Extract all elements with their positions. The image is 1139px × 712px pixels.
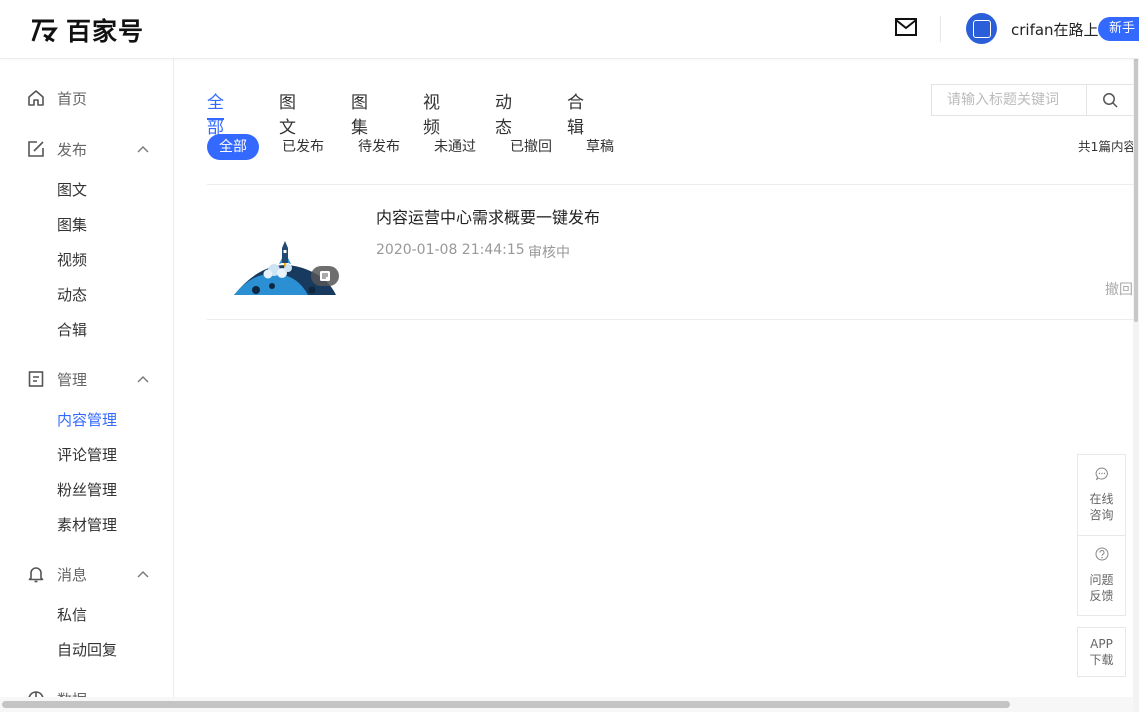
sidebar-item-publish-article[interactable]: 图文 xyxy=(57,179,87,200)
username[interactable]: crifan在路上 xyxy=(1011,19,1099,40)
sidebar-manage-label: 管理 xyxy=(57,370,88,389)
document-icon xyxy=(28,371,44,387)
online-consult-line1: 在线 xyxy=(1089,492,1114,506)
horizontal-scrollbar-thumb[interactable] xyxy=(2,701,1010,708)
withdraw-button[interactable]: 撤回 xyxy=(1105,279,1133,299)
avatar[interactable] xyxy=(966,13,997,44)
chevron-up-icon xyxy=(137,571,149,578)
chevron-up-icon xyxy=(137,146,149,153)
online-consult-line2: 咨询 xyxy=(1089,508,1114,522)
rocket-illustration-image xyxy=(234,241,339,295)
list-divider-top xyxy=(207,184,1139,185)
content-title[interactable]: 内容运营中心需求概要一键发布 xyxy=(376,204,600,228)
app-download-button[interactable]: APP 下载 xyxy=(1077,627,1126,677)
sidebar-item-private-message[interactable]: 私信 xyxy=(57,604,87,625)
tab-gallery[interactable]: 图集 xyxy=(351,88,368,138)
sidebar-item-fans-manage[interactable]: 粉丝管理 xyxy=(57,479,117,500)
tab-dynamic[interactable]: 动态 xyxy=(495,88,512,138)
tab-article[interactable]: 图文 xyxy=(279,88,296,138)
newbie-button[interactable]: 新手 xyxy=(1098,17,1139,41)
sidebar-publish-label: 发布 xyxy=(57,140,88,159)
filter-published[interactable]: 已发布 xyxy=(282,134,324,160)
search-divider xyxy=(1086,85,1087,115)
feedback-line1: 问题 xyxy=(1089,573,1114,587)
sidebar-item-publish-collection[interactable]: 合辑 xyxy=(57,319,87,340)
sidebar: 首页 发布 图文 图集 视频 动态 合辑 管理 内容管理 评论管理 粉丝管理 素… xyxy=(0,59,174,712)
floating-help-panel: 在线 咨询 问题 反馈 xyxy=(1077,454,1126,616)
sidebar-item-auto-reply[interactable]: 自动回复 xyxy=(57,639,117,660)
content-status: 审核中 xyxy=(528,245,570,261)
filter-rejected[interactable]: 未通过 xyxy=(434,134,476,160)
sidebar-item-publish-dynamic[interactable]: 动态 xyxy=(57,284,87,305)
online-consult-button[interactable]: 在线 咨询 xyxy=(1078,455,1125,535)
avatar-phone-icon xyxy=(972,19,991,38)
sidebar-home-label: 首页 xyxy=(57,89,88,108)
search-icon[interactable] xyxy=(1102,92,1118,108)
baijiahao-logo[interactable]: 百家号 xyxy=(30,15,145,46)
tab-video[interactable]: 视频 xyxy=(423,88,440,138)
filter-draft[interactable]: 草稿 xyxy=(586,134,614,160)
app-download-line1: APP xyxy=(1090,637,1113,651)
sidebar-group-message[interactable]: 消息 xyxy=(0,559,173,589)
question-circle-icon xyxy=(1095,547,1109,561)
logo-text: 百家号 xyxy=(66,17,145,46)
content-date: 2020-01-08 21:44:15 xyxy=(376,242,525,258)
total-count: 共1篇内容 xyxy=(1078,139,1136,154)
sidebar-message-label: 消息 xyxy=(57,565,88,584)
filter-all[interactable]: 全部 xyxy=(207,134,259,160)
sidebar-item-publish-gallery[interactable]: 图集 xyxy=(57,214,87,235)
chat-bubble-icon xyxy=(1095,467,1108,481)
feedback-button[interactable]: 问题 反馈 xyxy=(1078,536,1125,616)
bell-icon xyxy=(28,567,44,583)
home-icon xyxy=(28,90,44,106)
sidebar-item-comment-manage[interactable]: 评论管理 xyxy=(57,444,117,465)
edit-icon xyxy=(28,141,44,157)
mail-icon[interactable] xyxy=(895,18,917,36)
app-download-line2: 下载 xyxy=(1089,653,1114,667)
sidebar-item-home[interactable]: 首页 xyxy=(0,83,173,113)
logo-mark-icon xyxy=(31,19,58,43)
sidebar-item-publish-video[interactable]: 视频 xyxy=(57,249,87,270)
content-thumbnail[interactable] xyxy=(208,208,342,298)
filter-withdrawn[interactable]: 已撤回 xyxy=(510,134,552,160)
search-input[interactable] xyxy=(932,85,1086,115)
sidebar-item-material-manage[interactable]: 素材管理 xyxy=(57,514,117,535)
tab-all[interactable]: 全部 xyxy=(207,88,224,138)
filter-pending[interactable]: 待发布 xyxy=(358,134,400,160)
list-divider-bottom xyxy=(207,319,1139,320)
search-box xyxy=(931,84,1135,116)
header-divider xyxy=(940,16,941,42)
chevron-up-icon xyxy=(137,376,149,383)
tab-collection[interactable]: 合辑 xyxy=(567,88,584,138)
feedback-line2: 反馈 xyxy=(1089,589,1114,603)
top-header: 百家号 crifan在路上 新手 xyxy=(0,0,1139,59)
sidebar-group-publish[interactable]: 发布 xyxy=(0,134,173,164)
sidebar-item-content-manage[interactable]: 内容管理 xyxy=(57,409,117,430)
sidebar-group-manage[interactable]: 管理 xyxy=(0,364,173,394)
